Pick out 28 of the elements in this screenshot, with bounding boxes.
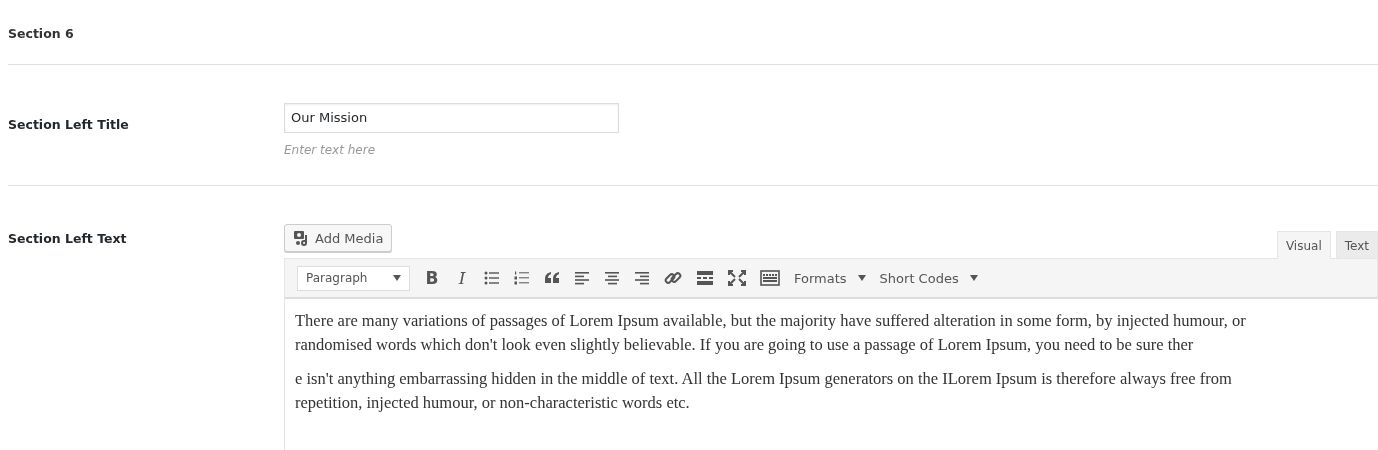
menu-button[interactable]: Short Codes xyxy=(879,270,978,286)
editor-tab[interactable]: Visual xyxy=(1276,231,1331,259)
align-center-icon[interactable] xyxy=(604,271,620,285)
align-right-icon[interactable] xyxy=(634,271,650,285)
paragraph: There are many variations of passages of Lorem Ipsum available, but the majority have suffered alteration in some form, by injected humour, or randomised words which don't look even slightly believable. If you are going to use a passage of Lorem Ipsum, you need to be sure ther xyxy=(295,310,1247,356)
caret-icon xyxy=(857,275,866,281)
numbered-list-icon[interactable] xyxy=(514,271,530,285)
field-hint: Enter text here xyxy=(284,142,377,157)
section-heading: Section 6 xyxy=(7,25,75,43)
read-more-icon[interactable] xyxy=(696,271,714,285)
paragraph: e isn't anything embarrassing hidden in the middle of text. All the Lorem Ipsum generators on the ILorem Ipsum is therefore always free from repetition, injected humour, or non-characteristic words etc. xyxy=(295,368,1233,414)
quote-icon[interactable] xyxy=(544,272,560,284)
bold-button[interactable]: B xyxy=(424,268,440,288)
fullscreen-icon[interactable] xyxy=(728,270,746,286)
input-field[interactable]: Our Mission xyxy=(284,103,619,133)
field-label: Section Left Title xyxy=(8,116,130,134)
link-icon[interactable] xyxy=(664,269,682,287)
caret-icon xyxy=(393,275,401,281)
format-select[interactable]: Paragraph xyxy=(297,265,410,291)
add-media-button[interactable]: Add Media xyxy=(284,224,393,252)
keyboard-icon[interactable] xyxy=(760,270,780,286)
caret-icon xyxy=(969,275,978,281)
field-label: Section Left Text xyxy=(8,230,128,248)
align-left-icon[interactable] xyxy=(574,271,590,285)
italic-button[interactable]: I xyxy=(454,268,470,288)
editor-tab[interactable]: Text xyxy=(1335,231,1378,259)
menu-button[interactable]: Formats xyxy=(794,270,866,286)
bullet-list-icon[interactable] xyxy=(484,271,500,285)
